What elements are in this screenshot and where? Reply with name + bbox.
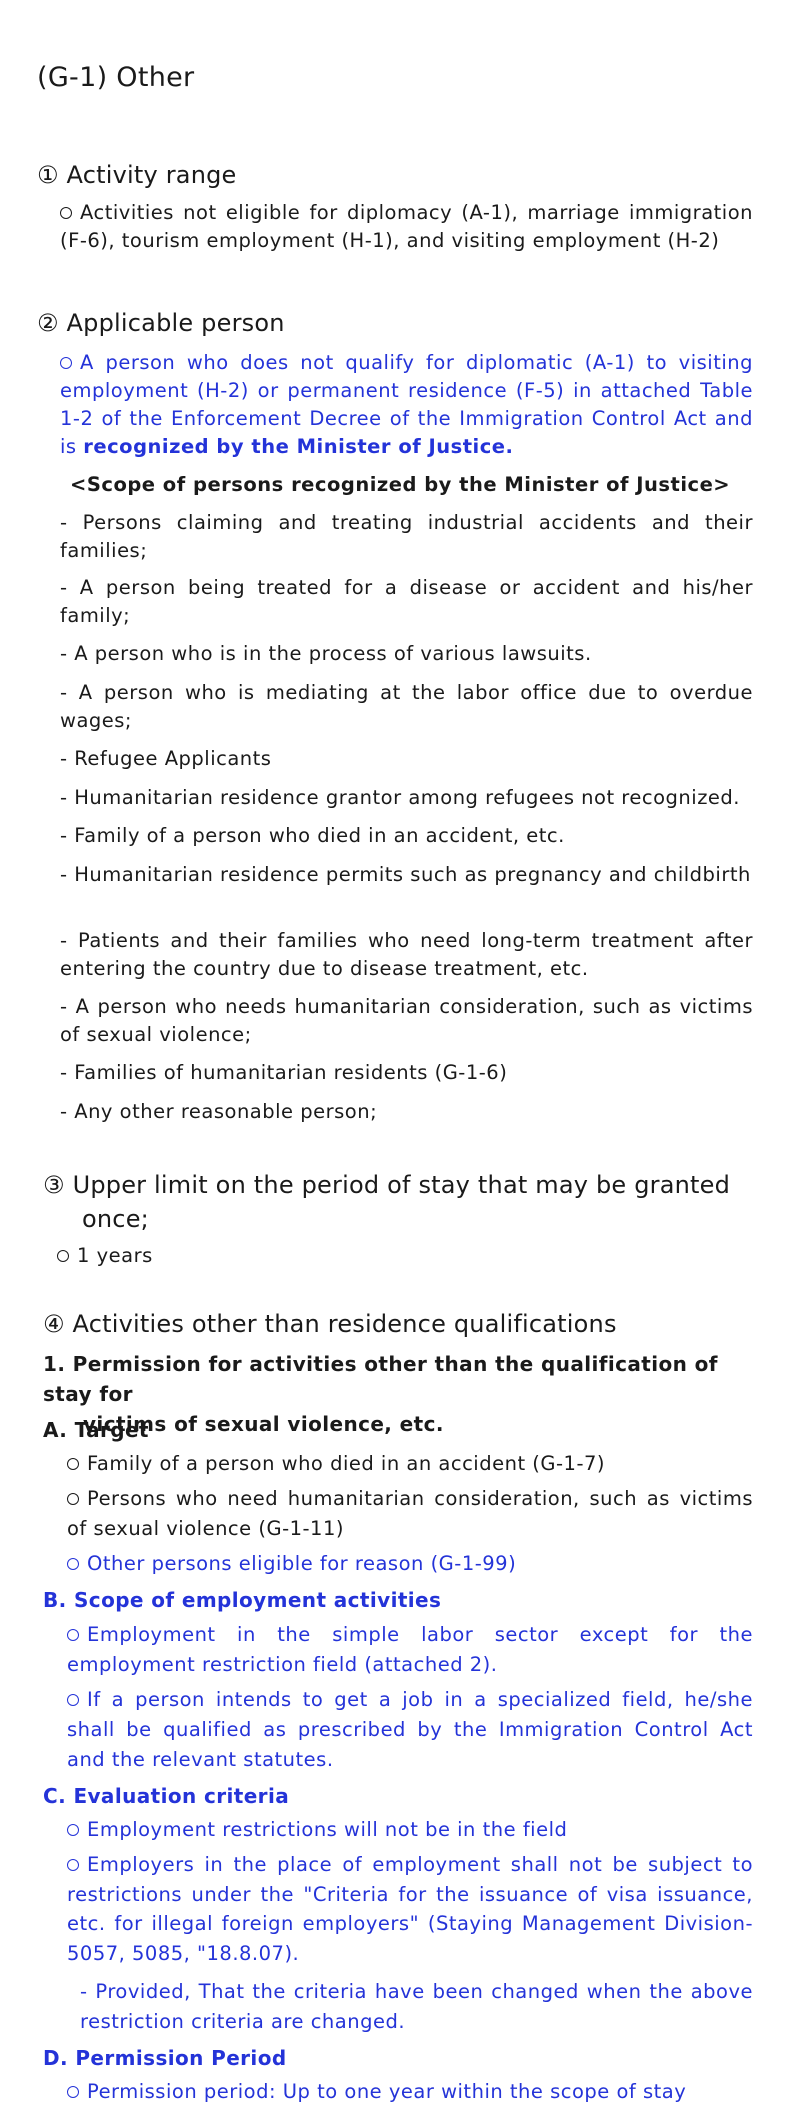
page-title: (G-1) Other [37, 62, 195, 93]
target-item: Persons who need humanitarian considerat… [67, 1487, 753, 1540]
circle-bullet-icon [60, 207, 72, 219]
circle-bullet-icon [67, 1558, 79, 1570]
c-criteria-heading: C. Evaluation criteria [43, 1784, 290, 1808]
period-text: 1 years [57, 1242, 750, 1270]
scope-employment-item: Employment in the simple labor sector ex… [67, 1623, 753, 1676]
section-period-heading: ③ Upper limit on the period of stay that… [43, 1171, 731, 1233]
scope-item: - Humanitarian residence permits such as… [60, 863, 751, 886]
circle-bullet-icon [67, 1859, 79, 1871]
criteria-item: Employers in the place of employment sha… [67, 1853, 753, 1965]
a-target-heading: A. Target [43, 1418, 149, 1442]
circle-bullet-icon [67, 1694, 79, 1706]
target-item: Other persons eligible for reason (G-1-9… [67, 1549, 753, 1579]
scope-item: - Family of a person who died in an acci… [60, 824, 565, 847]
item1-heading: 1. Permission for activities other than … [43, 1352, 718, 1436]
scope-item: - Refugee Applicants [60, 747, 272, 770]
circle-bullet-icon [67, 2086, 79, 2098]
section-activity-range-heading: ① Activity range [37, 161, 237, 189]
criteria-item: Employment restrictions will not be in t… [67, 1815, 753, 1845]
circle-bullet-icon [60, 357, 72, 369]
circle-bullet-icon [57, 1250, 69, 1262]
scope-item: - A person being treated for a disease o… [60, 576, 753, 627]
permission-period-item: Permission period: Up to one year within… [67, 2077, 753, 2107]
scope-item: - A person who is in the process of vari… [60, 642, 592, 665]
circle-bullet-icon [67, 1458, 79, 1470]
document-page: (G-1) Other ① Activity range Activities … [0, 0, 793, 2108]
circle-bullet-icon [67, 1824, 79, 1836]
scope-heading: <Scope of persons recognized by the Mini… [70, 473, 731, 496]
scope-item: - Any other reasonable person; [60, 1100, 378, 1123]
criteria-note: - Provided, That the criteria have been … [80, 1980, 753, 2033]
b-scope-heading: B. Scope of employment activities [43, 1588, 442, 1612]
scope-item: - A person who is mediating at the labor… [60, 681, 753, 732]
scope-item: - Persons claiming and treating industri… [60, 511, 753, 562]
scope-item: - Humanitarian residence grantor among r… [60, 786, 741, 809]
circle-bullet-icon [67, 1629, 79, 1641]
circle-bullet-icon [67, 1493, 79, 1505]
target-item: Family of a person who died in an accide… [67, 1449, 753, 1479]
scope-employment-item: If a person intends to get a job in a sp… [67, 1688, 753, 1771]
section-other-activities-heading: ④ Activities other than residence qualif… [43, 1310, 617, 1338]
d-period-heading: D. Permission Period [43, 2046, 287, 2070]
activity-range-text: Activities not eligible for diplomacy (A… [60, 201, 753, 252]
scope-item: - A person who needs humanitarian consid… [60, 995, 753, 1046]
section-applicable-person-heading: ② Applicable person [37, 309, 285, 337]
applicable-person-text: A person who does not qualify for diplom… [60, 351, 753, 458]
scope-item: - Families of humanitarian residents (G-… [60, 1061, 508, 1084]
scope-item: - Patients and their families who need l… [60, 929, 753, 980]
